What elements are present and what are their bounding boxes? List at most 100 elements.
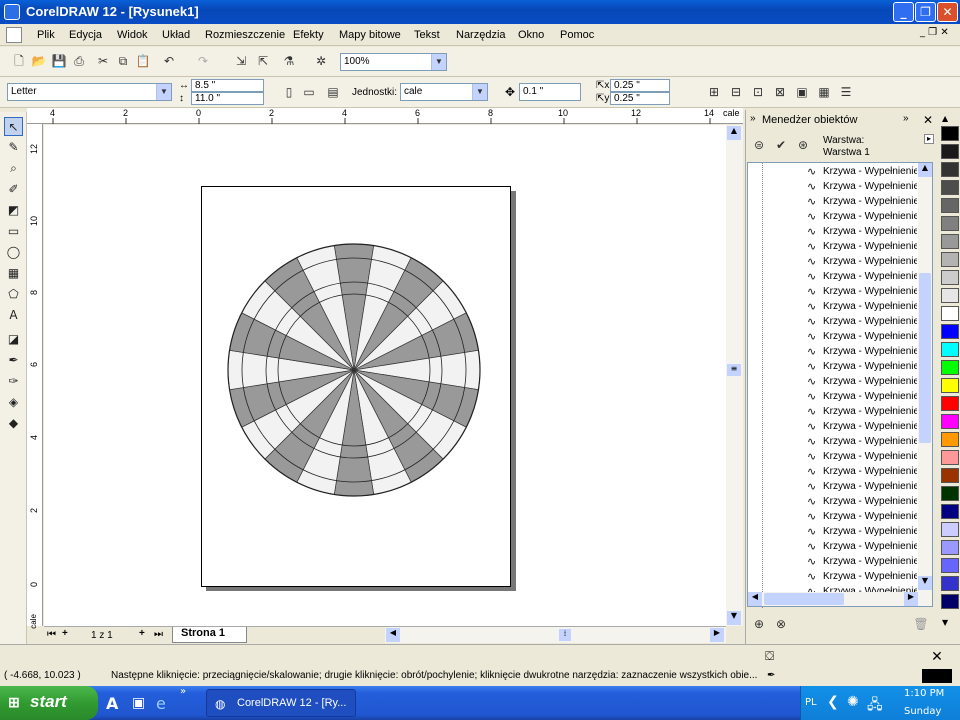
- no-fill-icon[interactable]: ✕: [922, 649, 952, 665]
- edit-across-layers-icon[interactable]: ✔: [772, 136, 790, 154]
- print-icon[interactable]: ⎙: [70, 52, 88, 70]
- mdi-window-controls[interactable]: _ ❐ ✕: [920, 27, 949, 38]
- corel-online-icon[interactable]: ✲: [312, 52, 330, 70]
- duplicate-y-field[interactable]: 0.25 ": [610, 92, 670, 105]
- object-tree-item[interactable]: ∿ Krzywa - Wypełnienie: [748, 465, 918, 480]
- menu-narzedzia[interactable]: Narzędzia: [456, 29, 506, 41]
- tray-app-icon[interactable]: ✺: [847, 694, 859, 710]
- outline-tool-icon[interactable]: ✑: [4, 372, 23, 391]
- eyedropper-tool-icon[interactable]: ✒: [4, 351, 23, 370]
- palette-swatch[interactable]: [941, 486, 959, 501]
- close-button[interactable]: ✕: [937, 2, 958, 22]
- object-tree-item[interactable]: ∿ Krzywa - Wypełnienie: [748, 180, 918, 195]
- delete-icon[interactable]: 🗑: [912, 615, 930, 633]
- scroll-right-button[interactable]: ▶: [904, 592, 918, 606]
- horizontal-ruler[interactable]: 4 2 0 2 4 6 8 10 12 14 cale: [27, 108, 743, 124]
- palette-swatch[interactable]: [941, 162, 959, 177]
- menu-plik[interactable]: Plik: [37, 29, 55, 41]
- start-button[interactable]: ⊞ start: [0, 686, 98, 720]
- object-tree-item[interactable]: ∿ Krzywa - Wypełnienie: [748, 525, 918, 540]
- document-icon[interactable]: [6, 27, 22, 43]
- open-icon[interactable]: 📂: [30, 52, 48, 70]
- scroll-up-button[interactable]: ▲: [918, 163, 932, 177]
- scroll-thumb[interactable]: ⁞: [559, 629, 571, 641]
- tray-arrow-icon[interactable]: ❮: [827, 694, 839, 710]
- object-tree-item[interactable]: ∿ Krzywa - Wypełnienie: [748, 210, 918, 225]
- palette-scroll-down-icon[interactable]: ▼: [942, 618, 948, 627]
- coreldraw-app-icon[interactable]: [4, 4, 20, 20]
- ellipse-tool-icon[interactable]: ◯: [4, 243, 23, 262]
- fill-tool-icon[interactable]: ◈: [4, 393, 23, 412]
- palette-swatch[interactable]: [941, 288, 959, 303]
- undo-icon[interactable]: ↶: [160, 52, 178, 70]
- palette-swatch[interactable]: [941, 306, 959, 321]
- palette-swatch[interactable]: [941, 234, 959, 249]
- palette-swatch[interactable]: [941, 396, 959, 411]
- chevron-down-icon[interactable]: ▼: [156, 84, 171, 100]
- palette-swatch[interactable]: [941, 324, 959, 339]
- add-page-before-button[interactable]: +: [62, 628, 68, 639]
- paper-type-select[interactable]: Letter ▼: [7, 83, 172, 101]
- snap-objects-icon[interactable]: ⊡: [749, 83, 767, 101]
- palette-swatch[interactable]: [941, 414, 959, 429]
- palette-swatch[interactable]: [941, 198, 959, 213]
- docker-expand-icon[interactable]: »: [750, 113, 756, 124]
- palette-swatch[interactable]: [941, 594, 959, 609]
- object-tree-item[interactable]: ∿ Krzywa - Wypełnienie: [748, 345, 918, 360]
- object-tree-item[interactable]: ∿ Krzywa - Wypełnienie: [748, 555, 918, 570]
- palette-swatch[interactable]: [941, 450, 959, 465]
- menu-widok[interactable]: Widok: [117, 29, 148, 41]
- export-icon[interactable]: ⇱: [254, 52, 272, 70]
- last-page-button[interactable]: ⏭: [154, 629, 163, 640]
- menu-okno[interactable]: Okno: [518, 29, 544, 41]
- dartboard-drawing[interactable]: [224, 240, 484, 500]
- object-tree-item[interactable]: ∿ Krzywa - Wypełnienie: [748, 285, 918, 300]
- object-tree-item[interactable]: ∿ Krzywa - Wypełnienie: [748, 540, 918, 555]
- basic-shapes-tool-icon[interactable]: ⬠: [4, 285, 23, 304]
- add-page-after-button[interactable]: +: [139, 628, 145, 639]
- polygon-tool-icon[interactable]: ▦: [4, 264, 23, 283]
- interactive-fill-tool-icon[interactable]: ◆: [4, 414, 23, 433]
- landscape-icon[interactable]: ▭: [300, 83, 318, 101]
- object-tree-item[interactable]: ∿ Krzywa - Wypełnienie: [748, 570, 918, 585]
- object-tree-item[interactable]: ∿ Krzywa - Wypełnienie: [748, 390, 918, 405]
- palette-swatch[interactable]: [941, 522, 959, 537]
- object-tree-item[interactable]: ∿ Krzywa - Wypełnienie: [748, 510, 918, 525]
- new-master-layer-icon[interactable]: ⊗: [772, 615, 790, 633]
- tree-vertical-scrollbar[interactable]: ▲ ▼: [918, 163, 932, 606]
- language-indicator[interactable]: PL: [805, 697, 817, 708]
- scroll-left-button[interactable]: ◀: [748, 592, 762, 606]
- tab-strona-1[interactable]: Strona 1: [172, 627, 247, 643]
- object-tree-item[interactable]: ∿ Krzywa - Wypełnienie: [748, 225, 918, 240]
- object-tree-item[interactable]: ∿ Krzywa - Wypełnienie: [748, 330, 918, 345]
- rectangle-tool-icon[interactable]: ▭: [4, 222, 23, 241]
- palette-swatch[interactable]: [941, 468, 959, 483]
- menu-uklad[interactable]: Układ: [162, 29, 190, 41]
- shape-tool-icon[interactable]: ✎: [4, 138, 23, 157]
- docker-close-icon[interactable]: ✕: [923, 113, 933, 127]
- options-icon[interactable]: ▦: [815, 83, 833, 101]
- tree-horizontal-scrollbar[interactable]: ◀ ▶: [748, 592, 918, 606]
- page-height-field[interactable]: 11.0 ": [191, 92, 264, 105]
- palette-swatch[interactable]: [941, 360, 959, 375]
- paste-icon[interactable]: 📋: [134, 52, 152, 70]
- restore-button[interactable]: ❐: [915, 2, 936, 22]
- palette-swatch[interactable]: [941, 216, 959, 231]
- scroll-left-button[interactable]: ◀: [386, 628, 400, 642]
- cut-icon[interactable]: ✂: [94, 52, 112, 70]
- object-tree-item[interactable]: ∿ Krzywa - Wypełnienie: [748, 315, 918, 330]
- zoom-select[interactable]: 100% ▼: [340, 53, 447, 71]
- save-icon[interactable]: 💾: [50, 52, 68, 70]
- palette-swatch[interactable]: [941, 180, 959, 195]
- scroll-thumb[interactable]: ≡: [727, 364, 741, 376]
- nudge-distance-field[interactable]: 0.1 ": [519, 83, 581, 101]
- scroll-up-button[interactable]: ▲: [727, 126, 741, 140]
- align-icon[interactable]: ☰: [837, 83, 855, 101]
- object-tree-item[interactable]: ∿ Krzywa - Wypełnienie: [748, 480, 918, 495]
- freehand-tool-icon[interactable]: ✐: [4, 180, 23, 199]
- object-tree-item[interactable]: ∿ Krzywa - Wypełnienie: [748, 270, 918, 285]
- palette-swatch[interactable]: [941, 144, 959, 159]
- object-tree-item[interactable]: ∿ Krzywa - Wypełnienie: [748, 375, 918, 390]
- vertical-ruler[interactable]: 12 10 8 6 4 2 0 cale: [27, 124, 43, 629]
- object-tree-item[interactable]: ∿ Krzywa - Wypełnienie: [748, 300, 918, 315]
